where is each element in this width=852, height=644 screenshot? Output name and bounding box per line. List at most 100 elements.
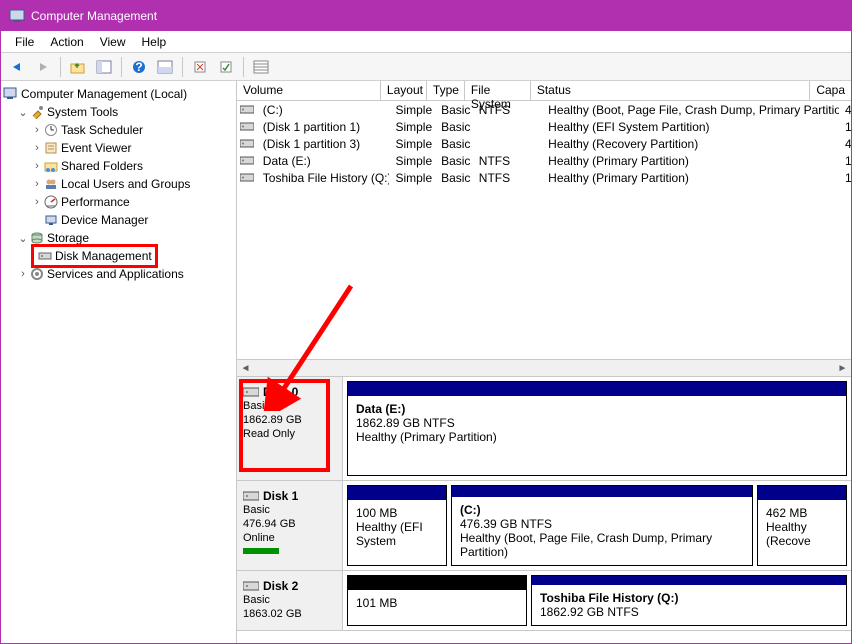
disk-row-2[interactable]: Disk 2 Basic 1863.02 GB 101 MB: [237, 571, 851, 631]
partition-status: Healthy (Primary Partition): [356, 430, 838, 444]
disk-name: Disk 0: [243, 385, 336, 399]
window-title: Computer Management: [31, 9, 157, 23]
disk-name: Disk 1: [243, 489, 336, 503]
back-button[interactable]: [5, 56, 29, 78]
refresh-icon[interactable]: [188, 56, 212, 78]
vol-status: Healthy (EFI System Partition): [542, 120, 839, 134]
menu-file[interactable]: File: [7, 33, 42, 51]
volume-row[interactable]: (Disk 1 partition 1)SimpleBasicHealthy (…: [237, 118, 851, 135]
vol-status: Healthy (Boot, Page File, Crash Dump, Pr…: [542, 103, 839, 117]
tree-task-scheduler[interactable]: › Task Scheduler: [3, 121, 234, 139]
tree-device-manager[interactable]: Device Manager: [3, 211, 234, 229]
vol-layout: Simple: [389, 120, 435, 134]
tree-shared-folders[interactable]: › Shared Folders: [3, 157, 234, 175]
disk-status: Read Only: [243, 427, 336, 441]
disk-partitions: Data (E:) 1862.89 GB NTFS Healthy (Prima…: [343, 377, 851, 480]
vol-name: (Disk 1 partition 3): [257, 137, 390, 151]
col-capacity[interactable]: Capa: [810, 81, 851, 100]
menu-view[interactable]: View: [92, 33, 134, 51]
folder-share-icon: [43, 158, 59, 174]
vol-cap: 100: [839, 120, 851, 134]
scroll-right-icon[interactable]: ►: [834, 360, 851, 377]
partition-header-band: [532, 576, 846, 585]
tree-performance[interactable]: › Performance: [3, 193, 234, 211]
tree-event-viewer[interactable]: › Event Viewer: [3, 139, 234, 157]
partition[interactable]: Data (E:) 1862.89 GB NTFS Healthy (Prima…: [347, 381, 847, 476]
drive-icon: [243, 581, 259, 591]
disk-partitions: 100 MB Healthy (EFI System (C:) 476.39 G…: [343, 481, 851, 570]
expand-icon[interactable]: ›: [31, 160, 43, 172]
col-layout[interactable]: Layout: [381, 81, 427, 100]
list-view-icon[interactable]: [249, 56, 273, 78]
scroll-track[interactable]: [254, 360, 834, 377]
partition-header-band: [452, 486, 752, 497]
disk-info: Disk 0 Basic 1862.89 GB Read Only: [237, 377, 343, 480]
drive-icon: [237, 105, 257, 114]
disk-size: 476.94 GB: [243, 517, 336, 531]
vol-name: Data (E:): [257, 154, 390, 168]
menu-action[interactable]: Action: [42, 33, 91, 51]
vol-cap: 462: [839, 137, 851, 151]
tree-root[interactable]: Computer Management (Local): [3, 85, 234, 103]
services-icon: [29, 266, 45, 282]
tree-local-users[interactable]: › Local Users and Groups: [3, 175, 234, 193]
annotation-red-box: Disk Management: [31, 244, 158, 268]
vol-layout: Simple: [389, 103, 435, 117]
disk-partitions: 101 MB Toshiba File History (Q:) 1862.92…: [343, 571, 851, 630]
col-volume[interactable]: Volume: [237, 81, 381, 100]
show-hide-tree-icon[interactable]: [92, 56, 116, 78]
title-bar: Computer Management: [1, 1, 851, 31]
tree-system-tools[interactable]: ⌄ System Tools: [3, 103, 234, 121]
partition[interactable]: Toshiba File History (Q:) 1862.92 GB NTF…: [531, 575, 847, 626]
col-type[interactable]: Type: [427, 81, 465, 100]
tree-label: Shared Folders: [61, 159, 143, 173]
vol-status: Healthy (Primary Partition): [542, 171, 839, 185]
volume-row[interactable]: Toshiba File History (Q:)SimpleBasicNTFS…: [237, 169, 851, 186]
vol-type: Basic: [435, 154, 473, 168]
tree-label: Storage: [47, 231, 89, 245]
volume-row[interactable]: (Disk 1 partition 3)SimpleBasicHealthy (…: [237, 135, 851, 152]
collapse-icon[interactable]: ⌄: [17, 232, 29, 245]
partition[interactable]: 462 MB Healthy (Recove: [757, 485, 847, 566]
partition[interactable]: (C:) 476.39 GB NTFS Healthy (Boot, Page …: [451, 485, 753, 566]
event-icon: [43, 140, 59, 156]
disk-row-1[interactable]: Disk 1 Basic 476.94 GB Online 100 MB Hea…: [237, 481, 851, 571]
collapse-icon[interactable]: ⌄: [17, 106, 29, 119]
partition[interactable]: 101 MB: [347, 575, 527, 626]
partition-header-band: [758, 486, 846, 500]
volume-row[interactable]: (C:)SimpleBasicNTFSHealthy (Boot, Page F…: [237, 101, 851, 118]
horizontal-scrollbar[interactable]: ◄ ►: [237, 359, 851, 376]
volume-row[interactable]: Data (E:)SimpleBasicNTFSHealthy (Primary…: [237, 152, 851, 169]
expand-icon[interactable]: ›: [31, 124, 43, 136]
up-folder-icon[interactable]: [66, 56, 90, 78]
expand-icon[interactable]: ›: [31, 142, 43, 154]
expand-icon[interactable]: ›: [17, 268, 29, 280]
partition-size: 462 MB: [766, 506, 838, 520]
tree-label: Event Viewer: [61, 141, 131, 155]
partition-name: (C:): [460, 503, 744, 517]
tools-icon: [29, 104, 45, 120]
menu-bar: File Action View Help: [1, 31, 851, 53]
tree-disk-management[interactable]: Disk Management: [3, 247, 234, 265]
partition-body: 462 MB Healthy (Recove: [758, 500, 846, 565]
col-filesystem[interactable]: File System: [465, 81, 531, 100]
properties-icon[interactable]: [214, 56, 238, 78]
col-status[interactable]: Status: [531, 81, 810, 100]
panel-icon[interactable]: [153, 56, 177, 78]
vol-status: Healthy (Primary Partition): [542, 154, 839, 168]
tree-label: Performance: [61, 195, 130, 209]
expand-icon[interactable]: ›: [31, 196, 43, 208]
menu-help[interactable]: Help: [134, 33, 175, 51]
scroll-left-icon[interactable]: ◄: [237, 360, 254, 377]
volume-list[interactable]: (C:)SimpleBasicNTFSHealthy (Boot, Page F…: [237, 101, 851, 359]
disk-row-0[interactable]: Disk 0 Basic 1862.89 GB Read Only Data (…: [237, 377, 851, 481]
partition[interactable]: 100 MB Healthy (EFI System: [347, 485, 447, 566]
tree-label: Local Users and Groups: [61, 177, 190, 191]
disk-info: Disk 1 Basic 476.94 GB Online: [237, 481, 343, 570]
expand-icon[interactable]: ›: [31, 178, 43, 190]
console-tree[interactable]: Computer Management (Local) ⌄ System Too…: [1, 81, 237, 643]
forward-button[interactable]: [31, 56, 55, 78]
vol-cap: 476.: [839, 103, 851, 117]
help-icon[interactable]: ?: [127, 56, 151, 78]
tree-label: Device Manager: [61, 213, 148, 227]
